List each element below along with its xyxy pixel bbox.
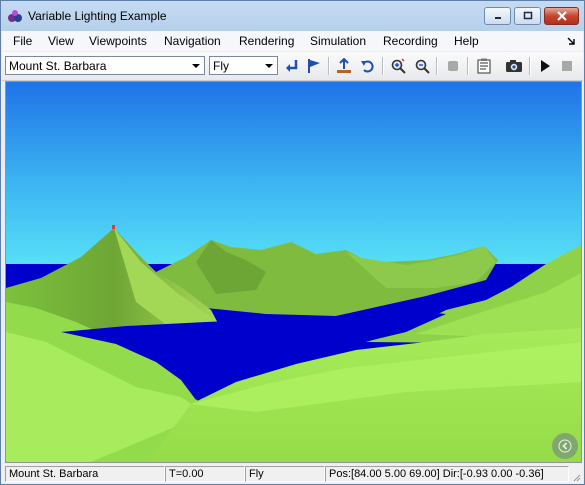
application-window: Variable Lighting Example File View View… xyxy=(0,0,585,485)
record-button[interactable] xyxy=(443,56,463,76)
chevron-down-icon xyxy=(265,64,273,68)
close-icon xyxy=(556,11,567,21)
toolbar-separator xyxy=(467,57,469,75)
undo-icon xyxy=(361,60,374,73)
menu-simulation[interactable]: Simulation xyxy=(310,34,366,48)
set-viewpoint-button[interactable] xyxy=(304,56,324,76)
toolbar: Mount St. Barbara Fly xyxy=(2,52,583,81)
menu-view[interactable]: View xyxy=(48,34,74,48)
app-logo-icon xyxy=(8,10,22,22)
minimize-button[interactable] xyxy=(484,7,511,25)
menu-help[interactable]: Help xyxy=(454,34,479,48)
maximize-button[interactable] xyxy=(514,7,541,25)
play-icon xyxy=(541,60,550,72)
chevron-left-icon xyxy=(558,439,572,453)
flag-icon xyxy=(308,59,320,73)
zoom-in-button[interactable] xyxy=(388,56,408,76)
undo-move-button[interactable] xyxy=(358,56,378,76)
window-title: Variable Lighting Example xyxy=(28,9,167,23)
status-time: T=0.00 xyxy=(165,466,245,482)
toolbar-separator xyxy=(529,57,531,75)
toolbar-separator xyxy=(328,57,330,75)
menu-rendering[interactable]: Rendering xyxy=(239,34,294,48)
stop-button[interactable] xyxy=(557,56,577,76)
viewpoint-select[interactable]: Mount St. Barbara xyxy=(5,56,205,75)
menu-file[interactable]: File xyxy=(13,34,32,48)
title-bar[interactable]: Variable Lighting Example xyxy=(1,1,584,31)
status-position-direction: Pos:[84.00 5.00 69.00] Dir:[-0.93 0.00 -… xyxy=(325,466,569,482)
stop-icon xyxy=(562,61,572,71)
toolbar-separator xyxy=(436,57,438,75)
maximize-icon xyxy=(523,11,532,20)
camera-icon xyxy=(506,60,522,72)
navigation-widget[interactable] xyxy=(552,433,578,459)
viewpoint-select-value: Mount St. Barbara xyxy=(9,59,107,73)
straighten-up-icon xyxy=(337,58,351,73)
straighten-up-button[interactable] xyxy=(334,56,354,76)
menu-recording[interactable]: Recording xyxy=(383,34,438,48)
notes-icon xyxy=(477,58,491,74)
terrain-scene xyxy=(6,82,581,462)
zoom-out-button[interactable] xyxy=(412,56,432,76)
navigation-mode-select[interactable]: Fly xyxy=(209,56,278,75)
status-mode: Fly xyxy=(245,466,325,482)
notes-button[interactable] xyxy=(474,56,494,76)
status-bar: Mount St. Barbara T=0.00 Fly Pos:[84.00 … xyxy=(2,464,583,484)
return-to-viewpoint-button[interactable] xyxy=(282,56,302,76)
menu-viewpoints[interactable]: Viewpoints xyxy=(89,34,147,48)
toolbar-separator xyxy=(382,57,384,75)
menu-navigation[interactable]: Navigation xyxy=(164,34,221,48)
chevron-down-icon xyxy=(192,64,200,68)
3d-viewport[interactable] xyxy=(5,81,582,463)
close-button[interactable] xyxy=(544,7,579,25)
zoom-out-icon xyxy=(415,59,430,74)
return-icon xyxy=(286,60,298,72)
play-button[interactable] xyxy=(535,56,555,76)
menu-bar: File View Viewpoints Navigation Renderin… xyxy=(2,31,583,51)
zoom-in-icon xyxy=(391,58,406,74)
stop-record-icon xyxy=(448,61,458,71)
status-viewpoint: Mount St. Barbara xyxy=(5,466,165,482)
menu-overflow-icon[interactable] xyxy=(566,36,576,46)
summit-marker xyxy=(112,225,115,229)
navigation-mode-value: Fly xyxy=(213,59,229,73)
minimize-icon xyxy=(494,17,501,19)
resize-grip-icon[interactable] xyxy=(571,472,581,482)
snapshot-button[interactable] xyxy=(504,56,524,76)
